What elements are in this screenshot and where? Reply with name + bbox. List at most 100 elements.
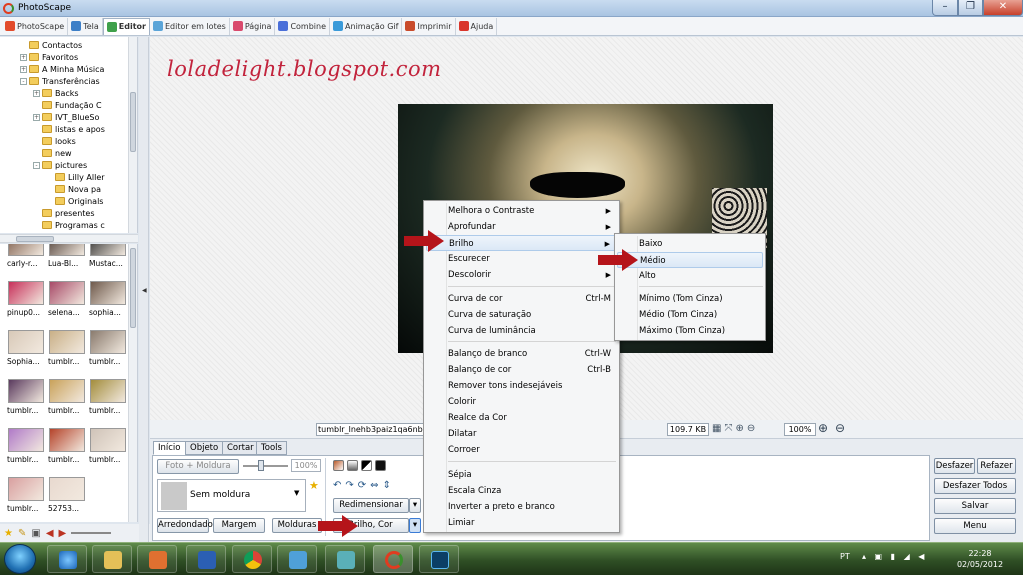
menu-item[interactable]: Brilho ▶ [426,235,617,251]
tree-expander-icon[interactable]: - [20,77,27,85]
tree-expander-icon[interactable]: + [20,53,27,61]
zoom-in-icon[interactable]: ⊕ [818,421,828,435]
menu-item[interactable]: Balanço de branco Ctrl-W [426,346,617,362]
collapse-arrow-icon[interactable]: ◀ [142,287,147,294]
tree-expander-icon[interactable]: + [33,113,40,121]
tab-editor-em-lotes[interactable]: Editor em lotes [150,17,230,35]
tree-item[interactable]: + A Minha Música [20,63,104,75]
thumbnail-item[interactable]: pinup0... [7,281,45,326]
foto-moldura-button[interactable]: Foto + Moldura [157,459,239,474]
thumbnail-item[interactable]: tumblr... [48,379,86,424]
thumbs-vertical-scrollbar[interactable] [128,244,137,522]
forward-arrow-icon[interactable]: ▶ [59,528,67,539]
zoom-level[interactable]: 100% [784,423,816,436]
folder-tree[interactable]: Contactos + Favoritos + A Minha Música - Trans… [0,37,138,233]
thumbnail-item[interactable]: tumblr... [89,379,127,424]
redimensionar-button[interactable]: Redimensionar [333,498,409,513]
thumbnail-item[interactable]: Lua-Bl... [48,244,86,277]
thumbnail-item[interactable]: tumblr... [7,379,45,424]
menu-item[interactable]: Remover tons indesejáveis [426,378,617,394]
desfazer-todos-button[interactable]: Desfazer Todos [934,478,1016,494]
language-indicator[interactable]: PT [840,552,850,561]
submenu-item[interactable]: Médio (Tom Cinza) [617,307,763,323]
thumbnail-item[interactable]: tumblr... [7,477,45,522]
thumbnail-item[interactable]: carly-r... [7,244,45,277]
margem-button[interactable]: Margem [213,518,265,533]
tree-item[interactable]: Lilly Aller [55,171,105,183]
thumbnail-item[interactable]: Sophia... [7,330,45,375]
menu-item[interactable]: Corroer [426,442,617,458]
salvar-button[interactable]: Salvar [934,498,1016,514]
chevron-down-icon[interactable]: ▼ [294,489,299,497]
thumbnail-item[interactable]: tumblr... [48,428,86,473]
minimize-button[interactable]: – [932,0,958,16]
opacity-value[interactable]: 100% [291,459,321,472]
menu-item[interactable]: Balanço de cor Ctrl-B [426,362,617,378]
view-icon[interactable]: ▣ [31,528,40,539]
black-white-icon[interactable] [375,460,386,471]
menu-item[interactable]: Dilatar [426,426,617,442]
thumbnail-item[interactable]: tumblr... [7,428,45,473]
submenu-item[interactable]: Médio [617,252,763,268]
tree-scroll-thumb[interactable] [130,92,136,152]
menu-item[interactable]: Aprofundar ▶ [426,219,617,235]
close-button[interactable]: ✕ [983,0,1023,16]
tree-item[interactable]: + Backs [33,87,79,99]
brilho-cor-dropdown[interactable]: ▾ [409,518,421,533]
tab-tools[interactable]: Tools [256,441,287,455]
tree-expander-icon[interactable]: + [33,89,40,97]
thumbnail-item[interactable]: selena... [48,281,86,326]
zoom-out-icon[interactable]: ⊖ [835,421,845,435]
menu-item[interactable]: Colorir [426,394,617,410]
taskbar-clock[interactable]: 22:28 02/05/2012 [955,548,1005,570]
tab-cortar[interactable]: Cortar [222,441,259,455]
taskbar-app[interactable] [325,545,365,573]
menu-item[interactable]: Descolorir ▶ [426,267,617,283]
thumbnail-item[interactable]: tumblr... [89,428,127,473]
tree-item[interactable]: presentes [42,207,95,219]
rotate-right-icon[interactable]: ↷ [345,480,353,491]
add-favorite-icon[interactable]: ✎ [18,528,26,539]
flip-horizontal-icon[interactable]: ⇔ [370,480,378,491]
thumbnail-item[interactable]: tumblr... [48,330,86,375]
taskbar-messenger[interactable] [277,545,317,573]
tree-item[interactable]: looks [42,135,76,147]
tree-item[interactable]: Originals [55,195,103,207]
rotate-left-icon[interactable]: ↶ [333,480,341,491]
tree-item[interactable]: - pictures [33,159,87,171]
tab-ajuda[interactable]: Ajuda [456,17,498,35]
thumb-size-slider[interactable] [71,532,112,534]
tree-item[interactable]: listas e apos [42,123,105,135]
taskbar-media[interactable] [137,545,177,573]
gradient-icon[interactable] [347,460,358,471]
checker-icon[interactable]: ▦ [712,423,721,436]
tree-item[interactable]: Contactos [29,39,82,51]
tab-objeto[interactable]: Objeto [185,441,224,455]
arredondado-button[interactable]: Arredondado [157,518,213,533]
taskbar-word[interactable] [186,545,226,573]
tab-inicio[interactable]: Início [153,441,186,455]
back-arrow-icon[interactable]: ◀ [46,528,54,539]
tree-item[interactable]: Fundação C [42,99,102,111]
tree-expander-icon[interactable]: - [33,161,40,169]
tab-photoscape[interactable]: PhotoScape [2,17,69,35]
zoom-fit-icon[interactable]: ⊖ [747,423,755,436]
menu-item[interactable]: Limiar [426,515,617,531]
taskbar-photoshop[interactable] [419,545,459,573]
taskbar-ie[interactable] [47,545,87,573]
menu-item[interactable]: Melhora o Contraste ▶ [426,203,617,219]
tree-item[interactable]: + IVT_BlueSo [33,111,99,123]
molduras-button[interactable]: Molduras [272,518,322,533]
submenu-item[interactable]: Alto [617,268,763,284]
opacity-slider-knob[interactable] [258,460,264,471]
auto-level-icon[interactable] [333,460,344,471]
flip-vertical-icon[interactable]: ⇕ [383,480,391,491]
favorite-star-icon[interactable]: ★ [4,528,13,539]
tab-editor[interactable]: Editor [102,17,150,35]
submenu-item[interactable]: Mínimo (Tom Cinza) [617,291,763,307]
menu-item[interactable]: Escurecer▶ [426,251,617,267]
opacity-slider[interactable] [243,460,288,471]
actual-size-icon[interactable]: ⊕ [735,423,743,436]
favorite-frame-star-icon[interactable]: ★ [309,479,319,492]
start-button[interactable] [4,544,36,574]
